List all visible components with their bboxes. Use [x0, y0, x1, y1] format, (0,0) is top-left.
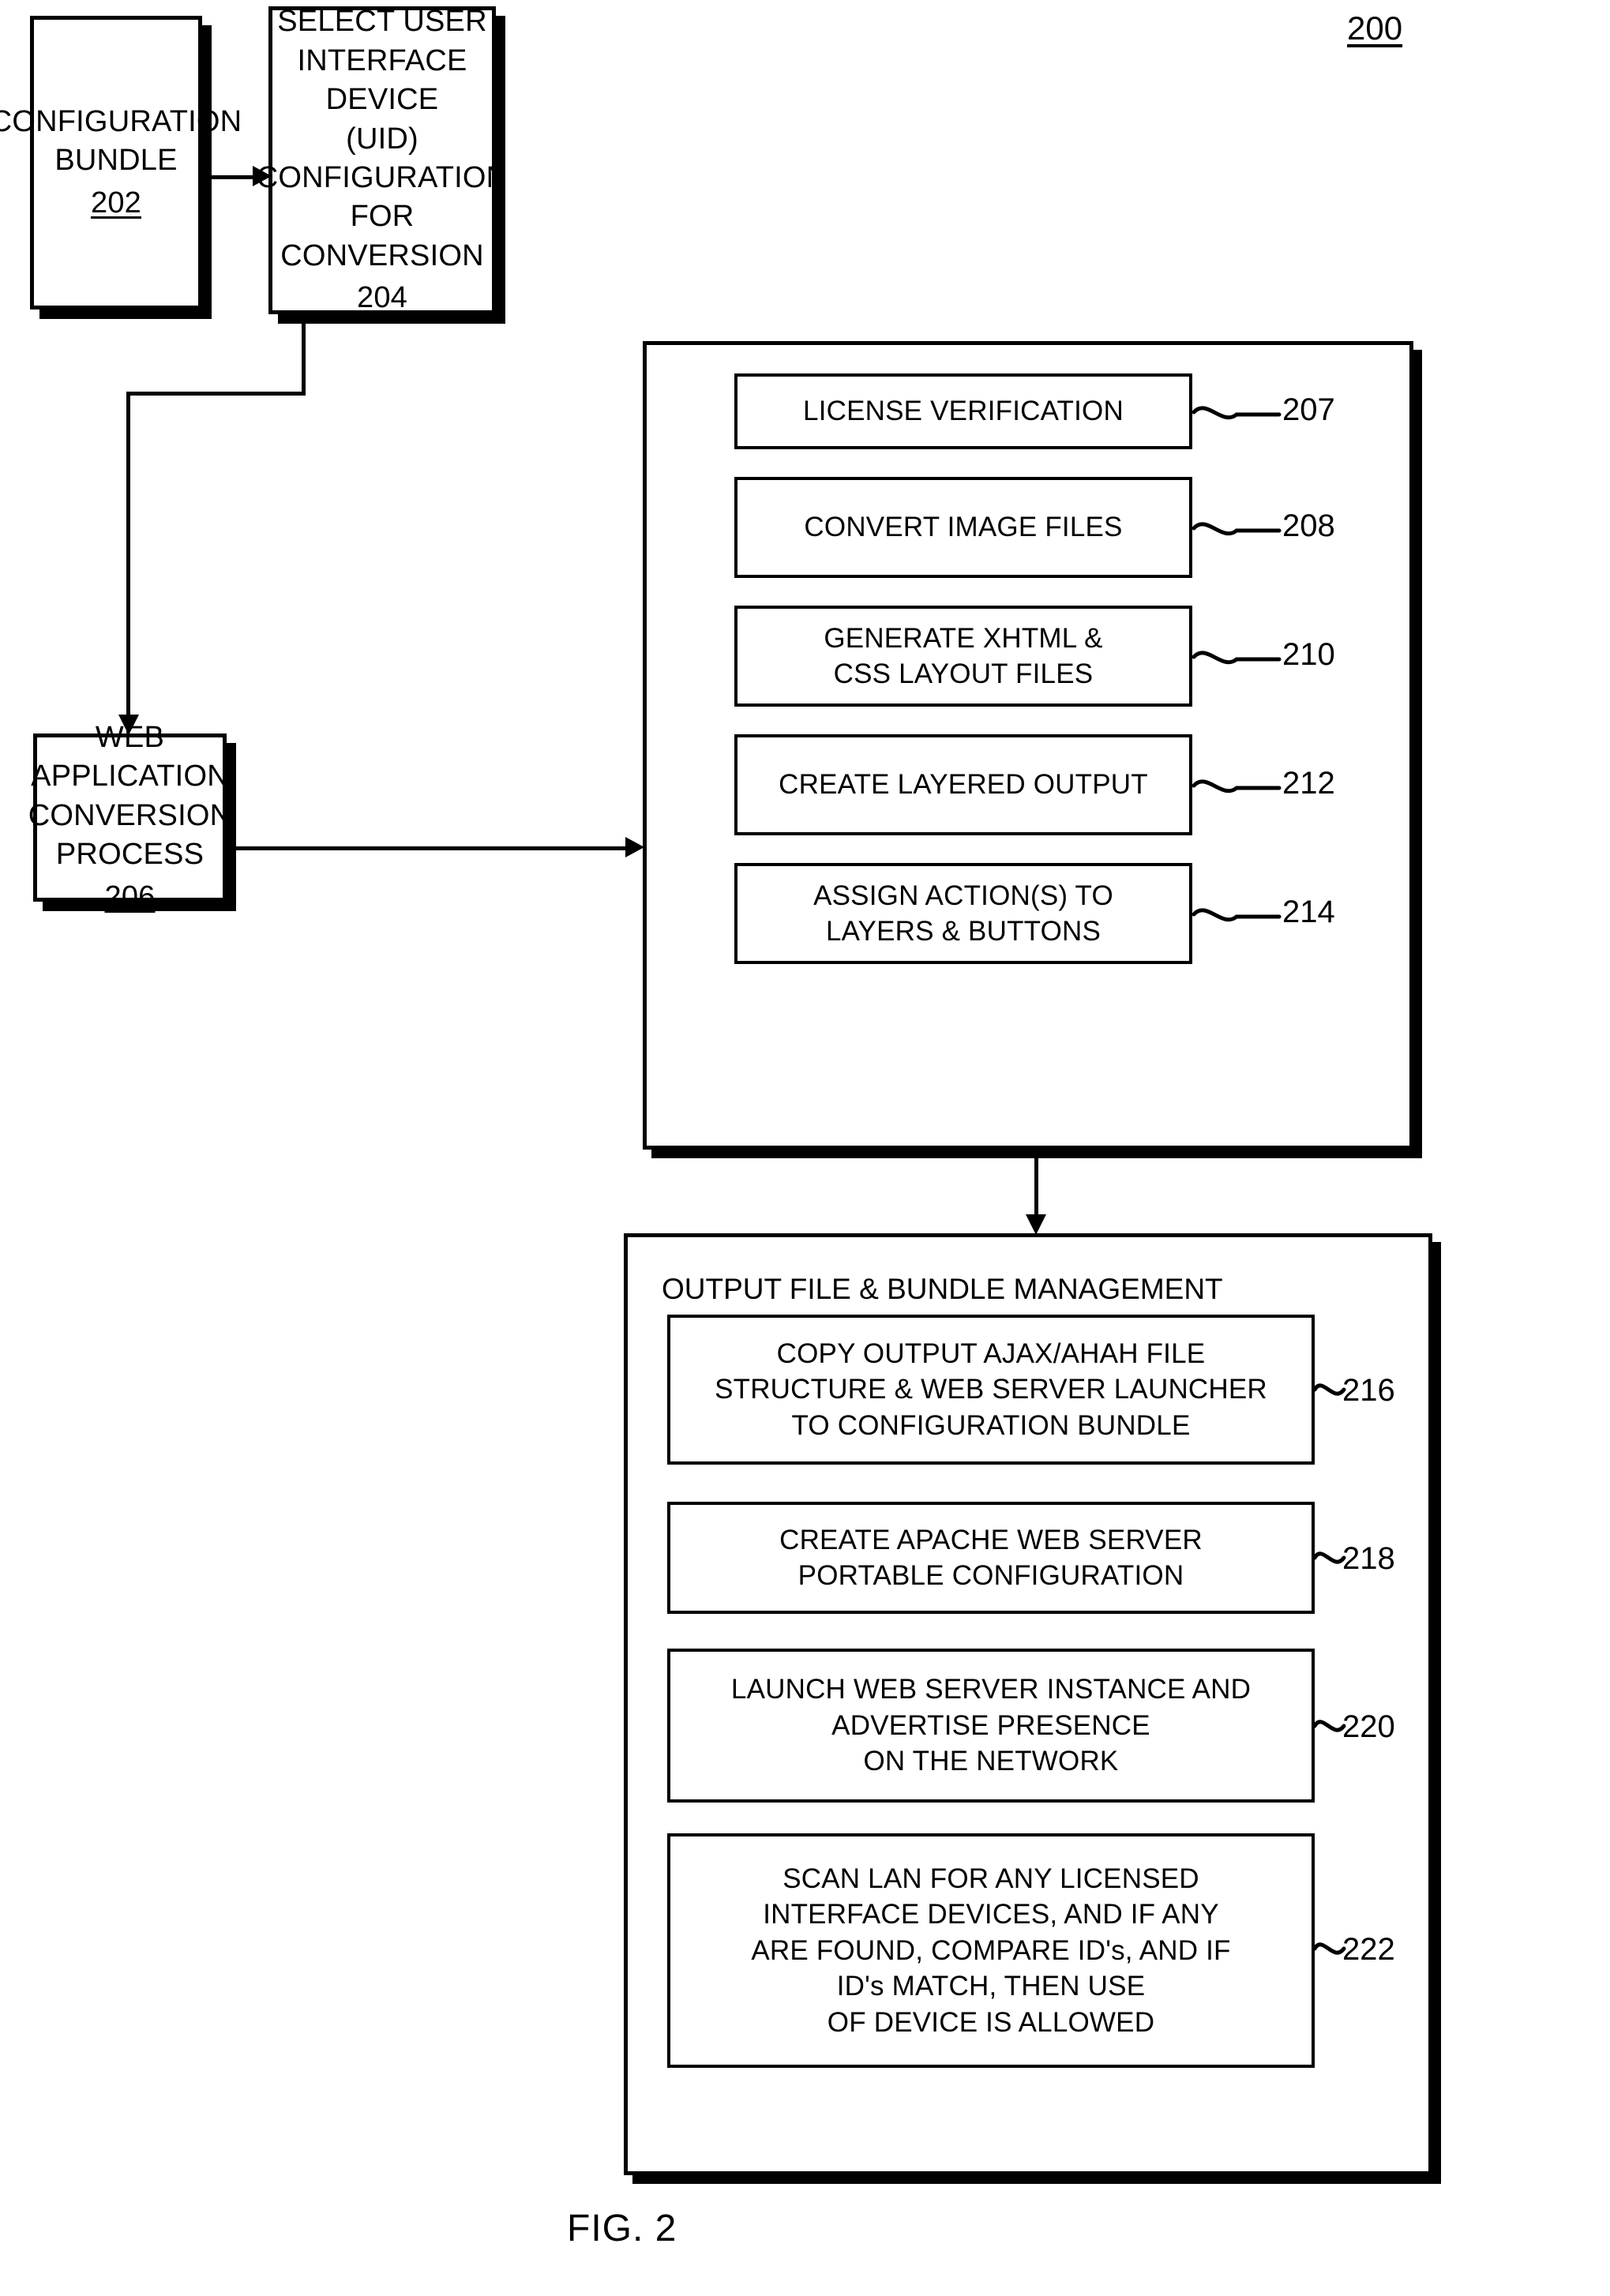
step-generate-xhtml-css[interactable]: GENERATE XHTML & CSS LAYOUT FILES [734, 606, 1192, 707]
connector-204-to-206-seg-left [126, 392, 306, 396]
connector-206-to-conversion-panel [231, 846, 633, 850]
connector-panels-vertical [1034, 1154, 1038, 1221]
step-scan-lan-licensed-devices[interactable]: SCAN LAN FOR ANY LICENSED INTERFACE DEVI… [667, 1833, 1315, 2068]
leader-line-207 [1192, 393, 1295, 430]
node-configuration-bundle-text: CONFIGURATION BUNDLE 202 [0, 103, 242, 223]
step-launch-web-server-instance[interactable]: LAUNCH WEB SERVER INSTANCE AND ADVERTISE… [667, 1649, 1315, 1803]
patent-figure-sheet: 200 CONFIGURATION BUNDLE 202 SELECT USER… [0, 0, 1610, 2296]
figure-caption: FIG. 2 [567, 2208, 677, 2249]
step-convert-image-files[interactable]: CONVERT IMAGE FILES [734, 477, 1192, 578]
step-license-verification[interactable]: LICENSE VERIFICATION [734, 373, 1192, 449]
step-create-apache-web-server[interactable]: CREATE APACHE WEB SERVER PORTABLE CONFIG… [667, 1502, 1315, 1614]
step-create-layered-output[interactable]: CREATE LAYERED OUTPUT [734, 734, 1192, 835]
connector-204-to-206-seg-down1 [302, 314, 306, 395]
step-scan-lan-licensed-devices-label: SCAN LAN FOR ANY LICENSED INTERFACE DEVI… [751, 1863, 1231, 2038]
step-convert-image-files-ref: 208 [1282, 508, 1335, 543]
step-license-verification-ref: 207 [1282, 392, 1335, 427]
leader-line-214 [1192, 895, 1295, 932]
output-panel-title: OUTPUT FILE & BUNDLE MANAGEMENT [662, 1273, 1223, 1305]
connector-202-to-204 [202, 175, 261, 179]
leader-line-210 [1192, 638, 1295, 674]
connector-panels-arrowhead [1026, 1214, 1046, 1235]
step-generate-xhtml-css-ref: 210 [1282, 637, 1335, 672]
node-select-uid-configuration-text: SELECT USER INTERFACE DEVICE (UID) CONFI… [257, 2, 509, 317]
node-web-application-conversion-process[interactable]: WEB APPLICATION CONVERSION PROCESS 206 [28, 721, 231, 914]
step-create-layered-output-ref: 212 [1282, 766, 1335, 801]
node-configuration-bundle[interactable]: CONFIGURATION BUNDLE 202 [0, 16, 242, 310]
step-create-apache-web-server-ref: 218 [1342, 1541, 1395, 1576]
step-scan-lan-licensed-devices-ref: 222 [1342, 1932, 1395, 1967]
node-select-uid-configuration[interactable]: SELECT USER INTERFACE DEVICE (UID) CONFI… [257, 5, 508, 314]
step-copy-output-ajax-ahah[interactable]: COPY OUTPUT AJAX/AHAH FILE STRUCTURE & W… [667, 1315, 1315, 1465]
connector-206-to-conversion-panel-arrowhead [625, 837, 644, 857]
step-generate-xhtml-css-label: GENERATE XHTML & CSS LAYOUT FILES [824, 622, 1103, 690]
node-web-application-conversion-process-text: WEB APPLICATION CONVERSION PROCESS 206 [28, 718, 231, 917]
step-assign-actions-label: ASSIGN ACTION(S) TO LAYERS & BUTTONS [813, 880, 1113, 947]
node-web-application-conversion-process-ref: 206 [104, 880, 156, 914]
step-launch-web-server-instance-ref: 220 [1342, 1709, 1395, 1744]
leader-line-212 [1192, 767, 1295, 803]
step-assign-actions-ref: 214 [1282, 895, 1335, 929]
connector-204-to-206-seg-down2 [126, 392, 130, 731]
step-copy-output-ajax-ahah-ref: 216 [1342, 1373, 1395, 1408]
node-select-uid-configuration-label: SELECT USER INTERFACE DEVICE (UID) CONFI… [256, 5, 509, 272]
step-create-apache-web-server-label: CREATE APACHE WEB SERVER PORTABLE CONFIG… [779, 1524, 1203, 1592]
node-configuration-bundle-ref: 202 [90, 186, 141, 219]
step-license-verification-label: LICENSE VERIFICATION [803, 396, 1124, 427]
step-assign-actions[interactable]: ASSIGN ACTION(S) TO LAYERS & BUTTONS [734, 863, 1192, 964]
leader-line-208 [1192, 509, 1295, 546]
step-copy-output-ajax-ahah-label: COPY OUTPUT AJAX/AHAH FILE STRUCTURE & W… [715, 1337, 1267, 1441]
step-convert-image-files-label: CONVERT IMAGE FILES [804, 512, 1123, 543]
step-create-layered-output-label: CREATE LAYERED OUTPUT [779, 769, 1148, 801]
node-configuration-bundle-label: CONFIGURATION BUNDLE [0, 104, 242, 178]
node-select-uid-configuration-ref: 204 [357, 281, 408, 315]
node-web-application-conversion-process-label: WEB APPLICATION CONVERSION PROCESS [28, 721, 232, 872]
step-launch-web-server-instance-label: LAUNCH WEB SERVER INSTANCE AND ADVERTISE… [730, 1674, 1252, 1777]
figure-identifier: 200 [1347, 9, 1403, 47]
